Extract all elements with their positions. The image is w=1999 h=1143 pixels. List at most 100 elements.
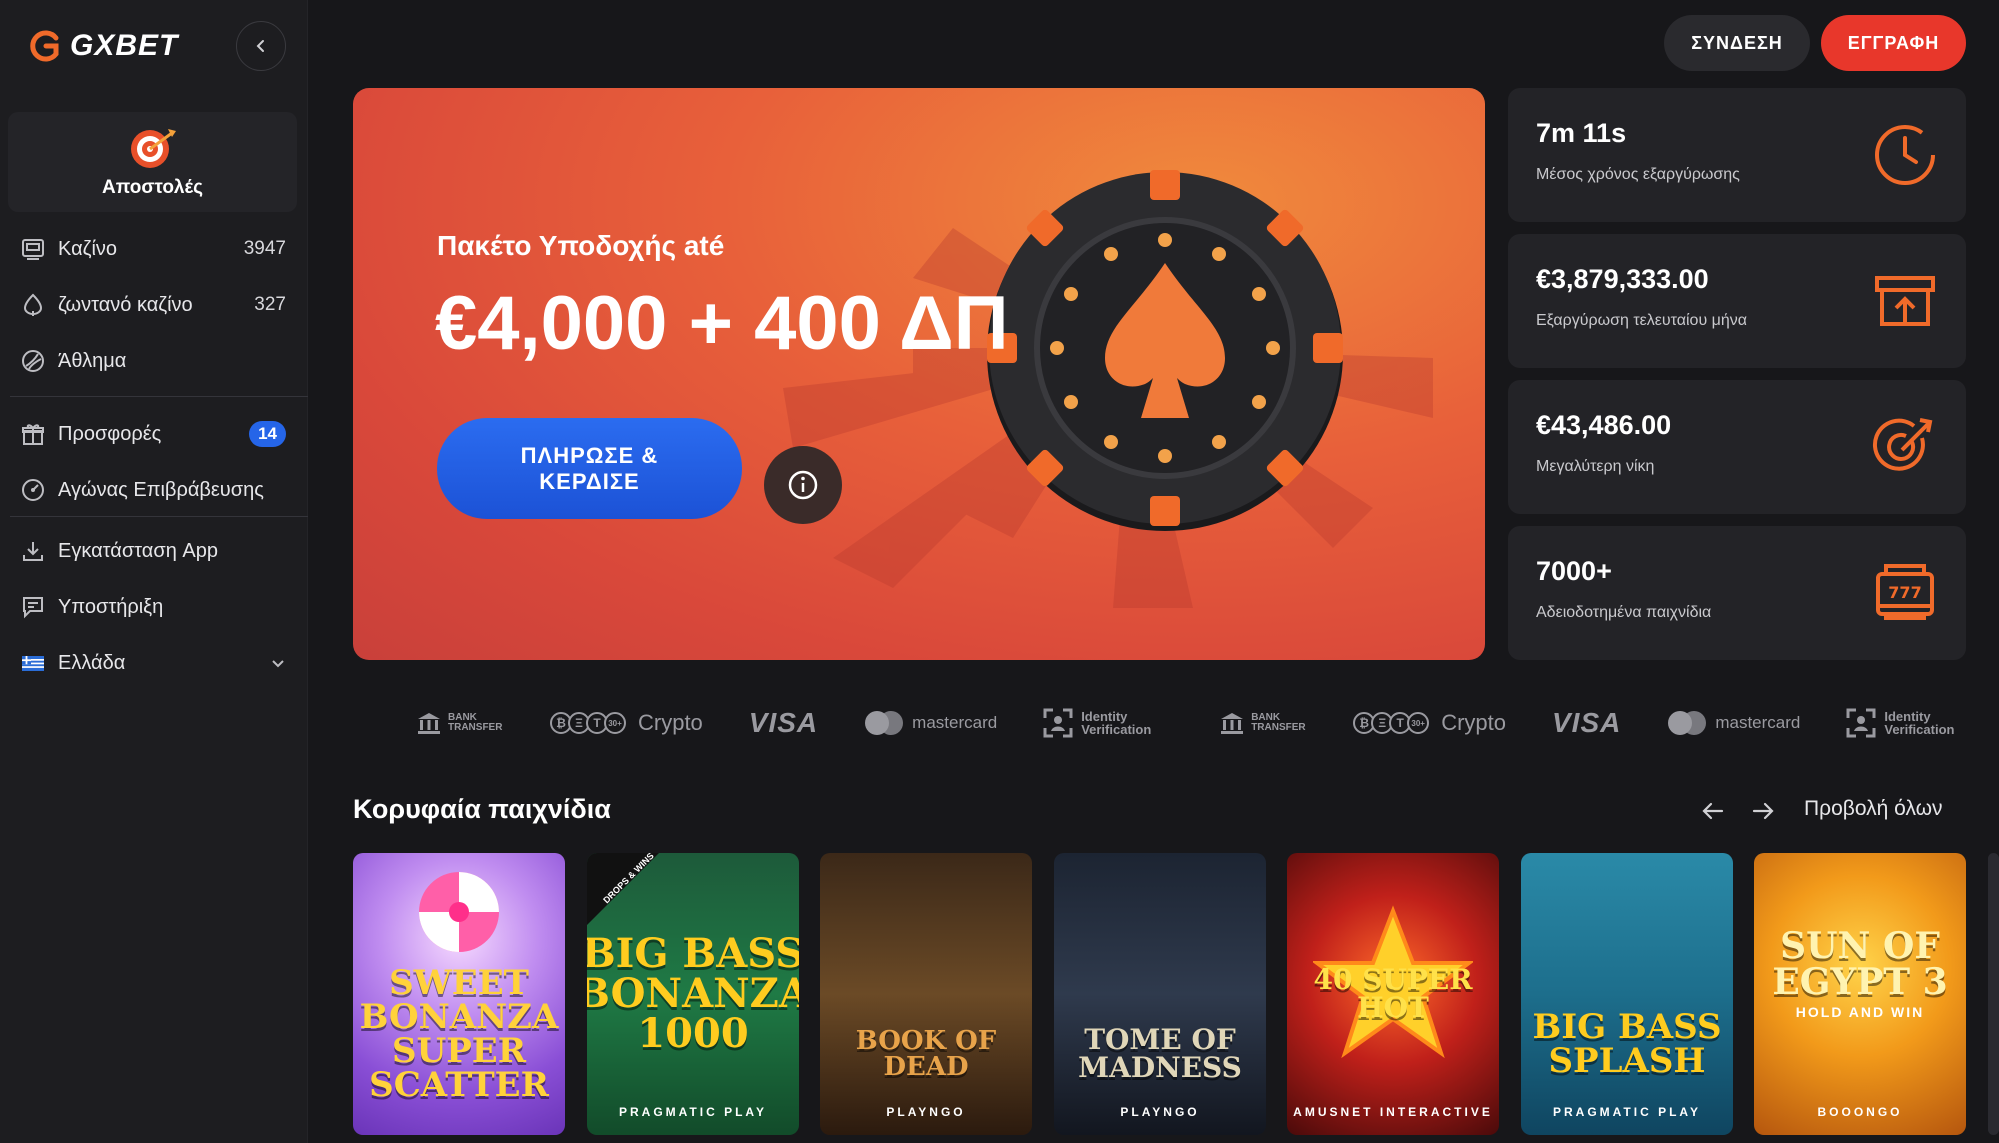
game-card[interactable]: SWEET BONANZA SUPER SCATTER	[353, 853, 565, 1135]
sidebar-item-label: Εγκατάσταση App	[58, 539, 218, 562]
download-icon	[20, 538, 46, 564]
game-title: SUN OF EGYPT 3	[1772, 925, 1948, 1003]
crypto-logo: ₿ Ξ T 30+ Crypto	[1353, 710, 1506, 736]
game-provider: AMUSNET INTERACTIVE	[1293, 1105, 1493, 1119]
hero-subtitle: Πακέτο Υποδοχής até	[437, 230, 725, 261]
game-title: SWEET BONANZA SUPER SCATTER	[359, 963, 559, 1105]
game-provider: BOOONGO	[1817, 1105, 1903, 1119]
sidebar-item-label: Υποστήριξη	[58, 595, 164, 618]
sidebar-item-count: 327	[254, 294, 286, 315]
poker-chip-image	[987, 170, 1343, 531]
stat-label: Αδειοδοτημένα παιχνίδια	[1536, 604, 1712, 621]
scroll-left-button[interactable]	[1698, 796, 1728, 826]
collapse-sidebar-button[interactable]	[236, 21, 286, 71]
sidebar-divider	[10, 396, 308, 397]
mastercard-text: mastercard	[912, 713, 998, 732]
gift-icon	[20, 421, 46, 447]
stat-label: Μεγαλύτερη νίκη	[1536, 458, 1655, 475]
sidebar-item-support[interactable]: Υποστήριξη	[0, 579, 308, 635]
casino-icon	[20, 236, 46, 262]
sidebar-item-reward-race[interactable]: Αγώνας Επιβράβευσης	[0, 462, 308, 518]
identity-text: Identity Verification	[1081, 709, 1152, 737]
view-all-link[interactable]: Προβολή όλων	[1804, 797, 1943, 821]
stat-value: €43,486.00	[1536, 410, 1672, 440]
sidebar-divider	[10, 516, 308, 517]
game-card[interactable]: 40 SUPER HOT AMUSNET INTERACTIVE	[1287, 853, 1499, 1135]
game-title: BOOK OF DEAD	[855, 1026, 997, 1082]
sidebar-item-label: Καζίνο	[58, 237, 118, 260]
promotions-count-badge: 14	[249, 421, 286, 447]
game-card-partial[interactable]	[1988, 853, 1999, 1135]
sidebar: GXBET Αποστολές Καζίνο 3947 ζωντανό καζί…	[0, 0, 308, 1143]
game-provider: PLAYNGO	[886, 1105, 966, 1119]
mastercard-text: mastercard	[1715, 713, 1801, 732]
bank-icon	[418, 713, 440, 734]
identity-text: Identity Verification	[1884, 709, 1955, 737]
sidebar-item-casino[interactable]: Καζίνο 3947	[0, 221, 308, 277]
scroll-right-button[interactable]	[1748, 796, 1778, 826]
arrow-left-icon	[1702, 802, 1724, 820]
game-title: TOME OF MADNESS	[1078, 1023, 1242, 1084]
bank-transfer-text: BANK TRANSFER	[448, 712, 503, 733]
sidebar-item-sport[interactable]: Άθλημα	[0, 333, 308, 389]
svg-text:777: 777	[1888, 583, 1921, 602]
bank-transfer-logo: BANK TRANSFER	[416, 711, 504, 735]
sidebar-nav-misc: Εγκατάσταση App Υποστήριξη Ελλάδα	[0, 523, 308, 691]
missions-label: Αποστολές	[102, 177, 203, 198]
hero-banner[interactable]: Πακέτο Υποδοχής até €4,000 + 400 ΔΠ ΠΛΗΡ…	[353, 88, 1485, 660]
sidebar-item-install-app[interactable]: Εγκατάσταση App	[0, 523, 308, 579]
identity-verification-logo: Identity Verification	[1846, 708, 1966, 738]
register-button[interactable]: ΕΓΓΡΑΦΗ	[1821, 15, 1966, 71]
scan-icon	[1043, 708, 1073, 738]
top-games-title: Κορυφαία παιχνίδια	[353, 794, 611, 824]
withdraw-icon	[1875, 276, 1935, 326]
stat-card-last-month: €3,879,333.00 Εξαργύρωση τελευταίου μήνα	[1508, 234, 1966, 368]
stat-label: Μέσος χρόνος εξαργύρωσης	[1536, 166, 1740, 183]
gauge-icon	[20, 477, 46, 503]
sidebar-item-label: Αγώνας Επιβράβευσης	[58, 478, 264, 501]
sidebar-item-label: Άθλημα	[58, 349, 127, 372]
mastercard-logo: mastercard	[1667, 710, 1800, 736]
info-button[interactable]	[764, 446, 842, 524]
game-title: BIG BASS SPLASH	[1532, 1007, 1722, 1081]
visa-logo: VISA	[1552, 707, 1621, 739]
payment-methods-strip: BANK TRANSFER ₿ Ξ T 30+ Crypto VISA masterc…	[353, 690, 1966, 756]
sidebar-item-live-casino[interactable]: ζωντανό καζίνο 327	[0, 277, 308, 333]
game-title: 40 SUPER HOT	[1313, 963, 1473, 1024]
game-card[interactable]: TOME OF MADNESS PLAYNGO	[1054, 853, 1266, 1135]
sidebar-nav-main: Καζίνο 3947 ζωντανό καζίνο 327 Άθλημα	[0, 221, 308, 389]
chevron-down-icon	[272, 660, 284, 668]
clock-icon	[1875, 125, 1935, 185]
game-card[interactable]: DROPS & WINS BIG BASS BONANZA 1000 PRAGM…	[587, 853, 799, 1135]
game-title: BIG BASS BONANZA 1000	[587, 930, 799, 1057]
missions-button[interactable]: Αποστολές	[8, 112, 297, 212]
mastercard-logo: mastercard	[864, 710, 997, 736]
game-card[interactable]: BIG BASS SPLASH PRAGMATIC PLAY	[1521, 853, 1733, 1135]
greece-flag-icon	[20, 650, 46, 676]
crypto-text: Crypto	[1441, 710, 1506, 735]
chevron-left-icon	[256, 40, 264, 52]
visa-text: VISA	[1551, 707, 1622, 738]
crypto-coins-icon: ₿ Ξ T 30+	[1353, 712, 1430, 734]
candy-swirl-image	[419, 872, 499, 952]
sidebar-item-promotions[interactable]: Προσφορές 14	[0, 406, 308, 462]
game-subtitle: HOLD AND WIN	[1795, 1004, 1925, 1020]
stat-card-licensed-games: 7000+ Αδειοδοτημένα παιχνίδια 777	[1508, 526, 1966, 660]
logo[interactable]: GXBET	[26, 28, 178, 64]
bank-transfer-logo: BANK TRANSFER	[1219, 711, 1307, 735]
pay-and-win-button[interactable]: ΠΛΗΡΩΣΕ & ΚΕΡΔΙΣΕ	[437, 418, 742, 519]
stat-card-biggest-win: €43,486.00 Μεγαλύτερη νίκη	[1508, 380, 1966, 514]
mastercard-icon	[1668, 711, 1707, 735]
logo-text: GXBET	[70, 29, 179, 62]
stat-value: 7000+	[1536, 556, 1612, 586]
login-button[interactable]: ΣΥΝΔΕΣΗ	[1664, 15, 1810, 71]
stat-label: Εξαργύρωση τελευταίου μήνα	[1536, 312, 1748, 329]
crypto-coins-icon: ₿ Ξ T 30+	[550, 712, 626, 734]
language-selector[interactable]: Ελλάδα	[0, 635, 308, 691]
stat-card-avg-withdrawal: 7m 11s Μέσος χρόνος εξαργύρωσης	[1508, 88, 1966, 222]
sidebar-item-count: 3947	[243, 238, 286, 259]
game-card[interactable]: SUN OF EGYPT 3 HOLD AND WIN BOOONGO	[1754, 853, 1966, 1135]
game-provider: PRAGMATIC PLAY	[618, 1105, 767, 1119]
game-card[interactable]: BOOK OF DEAD PLAYNGO	[820, 853, 1032, 1135]
mastercard-icon	[865, 711, 904, 735]
